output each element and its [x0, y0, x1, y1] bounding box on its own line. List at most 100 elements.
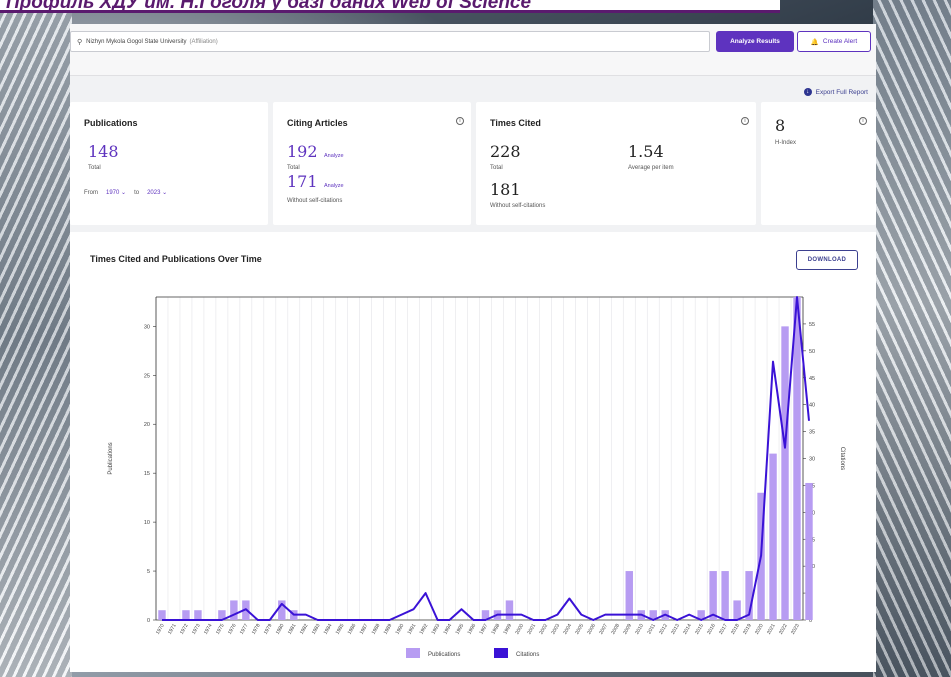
- citing-total[interactable]: 192: [287, 142, 318, 161]
- search-field-tag: (Affiliation): [189, 38, 218, 45]
- publication-bar: [805, 482, 813, 620]
- x-tick-label: 2004: [562, 623, 573, 636]
- x-tick-label: 1990: [395, 623, 406, 636]
- citing-title: Citing Articles: [287, 118, 348, 128]
- analyze-results-label: Analyze Results: [730, 38, 780, 45]
- export-label: Export Full Report: [815, 88, 868, 96]
- times-cited-total: 228: [490, 142, 521, 161]
- from-label: From: [84, 189, 98, 196]
- publication-bar: [505, 600, 514, 620]
- x-tick-label: 1995: [455, 623, 466, 636]
- x-tick-label: 2012: [658, 623, 669, 636]
- search-icon: ⚲: [77, 38, 83, 46]
- left-tick-label: 0: [147, 618, 150, 624]
- x-tick-label: 2002: [538, 623, 549, 636]
- analyze-results-button[interactable]: Analyze Results: [716, 31, 794, 52]
- publication-bar: [182, 610, 190, 620]
- citing-without[interactable]: 171: [287, 172, 318, 191]
- export-full-report-link[interactable]: ↓ Export Full Report: [803, 88, 868, 96]
- x-tick-label: 1987: [359, 623, 370, 636]
- x-tick-label: 1994: [443, 623, 454, 636]
- right-tick-label: 40: [809, 403, 815, 409]
- citing-total-row: 192 Analyze: [287, 142, 344, 162]
- publication-bar: [769, 453, 777, 620]
- x-tick-label: 2006: [586, 623, 597, 636]
- x-tick-label: 1999: [502, 623, 513, 636]
- x-tick-label: 2003: [550, 623, 561, 636]
- legend-label-citations: Citations: [516, 652, 539, 658]
- x-tick-label: 1981: [287, 623, 298, 636]
- publication-bar: [230, 600, 238, 620]
- times-cited-without-label: Without self-citations: [490, 203, 546, 209]
- legend-swatch-publications: [406, 648, 420, 658]
- x-tick-label: 2019: [742, 623, 753, 636]
- x-tick-label: 1989: [383, 623, 394, 636]
- create-alert-button[interactable]: 🔔 Create Alert: [797, 31, 871, 52]
- search-bar: ⚲ Nizhyn Mykola Gogol State University (…: [70, 24, 876, 76]
- x-tick-label: 1986: [347, 623, 358, 636]
- x-tick-label: 1983: [311, 623, 322, 636]
- info-icon[interactable]: i: [741, 117, 749, 125]
- x-tick-label: 1977: [239, 623, 250, 636]
- right-tick-label: 30: [809, 457, 815, 463]
- x-tick-label: 1979: [263, 623, 274, 636]
- slide-banner: Профиль ХДУ им. Н.Гоголя у базі даних We…: [0, 0, 780, 13]
- x-tick-label: 2005: [574, 623, 585, 636]
- create-alert-label: Create Alert: [822, 38, 858, 45]
- x-tick-label: 2016: [706, 623, 717, 636]
- x-tick-label: 1998: [490, 623, 501, 636]
- left-tick-label: 20: [144, 422, 150, 428]
- x-tick-label: 1971: [167, 623, 178, 636]
- x-tick-label: 1982: [299, 623, 310, 636]
- x-tick-label: 1972: [179, 623, 190, 636]
- chart-card: Times Cited and Publications Over Time D…: [70, 232, 876, 672]
- left-tick-label: 30: [144, 324, 150, 330]
- publication-bar: [625, 571, 633, 620]
- x-tick-label: 1992: [419, 623, 430, 636]
- info-icon[interactable]: i: [859, 117, 867, 125]
- x-tick-label: 2000: [514, 623, 525, 636]
- background-photo-left: [0, 0, 72, 677]
- x-tick-label: 2001: [526, 623, 537, 636]
- from-year-select[interactable]: 1970 ⌄: [106, 189, 126, 196]
- legend-label-publications: Publications: [428, 652, 460, 658]
- bell-icon: 🔔: [810, 38, 819, 46]
- left-tick-label: 25: [144, 373, 150, 379]
- x-tick-label: 1996: [466, 623, 477, 636]
- left-tick-label: 5: [147, 569, 150, 575]
- x-tick-label: 1993: [431, 623, 442, 636]
- x-tick-label: 1984: [323, 623, 334, 636]
- publication-bar: [158, 610, 166, 620]
- to-label: to: [134, 189, 140, 196]
- right-tick-label: 55: [809, 322, 815, 328]
- info-icon[interactable]: i: [456, 117, 464, 125]
- right-axis-label: Citations: [839, 447, 845, 470]
- publication-bar: [793, 297, 801, 620]
- citing-without-analyze-link[interactable]: Analyze: [324, 183, 344, 189]
- times-cited-title: Times Cited: [490, 118, 541, 128]
- citing-articles-card: Citing Articles i 192 Analyze Total 171 …: [273, 102, 471, 225]
- x-tick-label: 2014: [682, 623, 693, 636]
- left-axis-label: Publications: [108, 442, 114, 474]
- h-index-label: H-Index: [775, 140, 797, 146]
- citing-analyze-link[interactable]: Analyze: [324, 153, 344, 159]
- times-cited-publications-chart: 0510152025300510152025303540455055Public…: [108, 296, 845, 658]
- x-tick-label: 2022: [778, 623, 789, 636]
- publication-bar: [733, 600, 741, 620]
- to-year-select[interactable]: 2023 ⌄: [147, 189, 167, 196]
- x-tick-label: 2010: [634, 623, 645, 636]
- publication-bar: [709, 571, 717, 620]
- x-tick-label: 2023: [790, 623, 801, 636]
- x-tick-label: 2008: [610, 623, 621, 636]
- x-tick-label: 1980: [275, 623, 286, 636]
- wos-report-panel: ⚲ Nizhyn Mykola Gogol State University (…: [70, 24, 876, 672]
- x-tick-label: 1978: [251, 623, 262, 636]
- publication-bar: [721, 571, 729, 620]
- publications-total[interactable]: 148: [88, 142, 119, 161]
- banner-title: Профиль ХДУ им. Н.Гоголя у базі даних We…: [6, 0, 532, 13]
- x-tick-label: 1988: [371, 623, 382, 636]
- x-tick-label: 2015: [694, 623, 705, 636]
- times-cited-total-label: Total: [490, 165, 503, 171]
- x-tick-label: 1974: [203, 623, 214, 636]
- search-input[interactable]: ⚲ Nizhyn Mykola Gogol State University (…: [70, 31, 710, 52]
